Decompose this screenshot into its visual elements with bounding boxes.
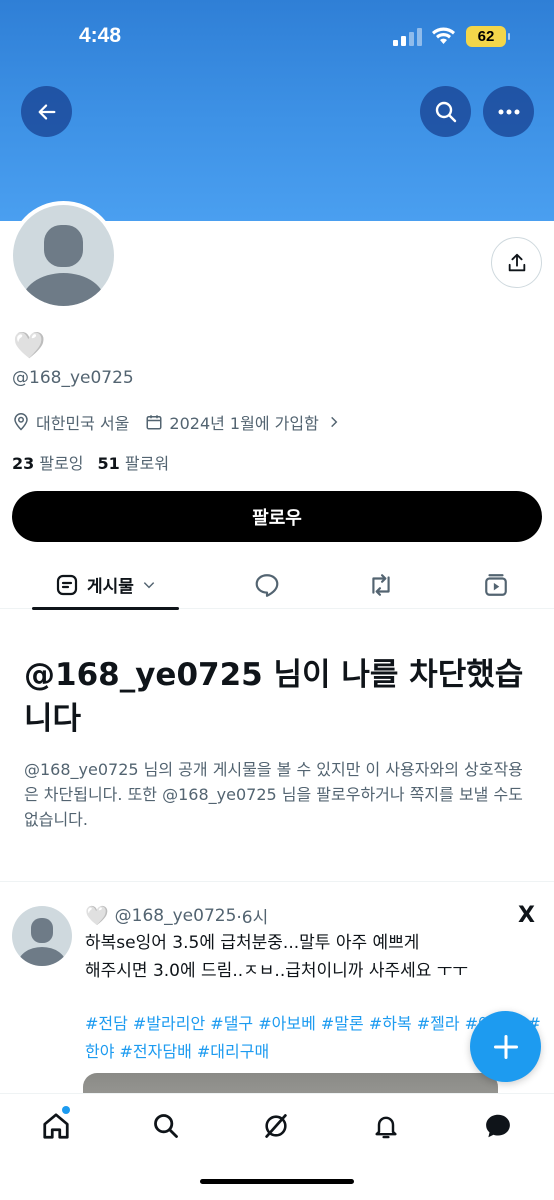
nav-search[interactable] — [150, 1110, 182, 1142]
tweet-avatar[interactable] — [12, 906, 72, 966]
more-options-button[interactable] — [483, 86, 534, 137]
tweet-text: 하복se잉어 3.5에 급처분중...말투 아주 예쁘게 해주시면 3.0에 드… — [85, 933, 469, 981]
wifi-icon — [432, 27, 455, 44]
tab-replies[interactable] — [244, 560, 290, 609]
tweet-time: ·6시 — [236, 908, 269, 928]
cellular-signal-icon — [393, 28, 422, 46]
back-arrow-icon — [38, 103, 55, 120]
grok-icon — [265, 1114, 287, 1138]
back-button[interactable] — [21, 86, 72, 137]
location-icon — [14, 413, 28, 431]
tab-posts[interactable]: 게시물 — [32, 560, 179, 610]
following-stat[interactable]: 23 팔로잉 — [12, 454, 84, 473]
profile-location: 대한민국 서울 — [12, 410, 129, 434]
blocked-title: @168_ye0725 님이 나를 차단했습니다 — [24, 657, 524, 737]
share-icon — [508, 253, 525, 271]
nav-notifications[interactable] — [370, 1110, 402, 1142]
tweet-handle[interactable]: @168_ye0725 — [115, 906, 237, 926]
followers-count: 51 — [97, 454, 120, 473]
following-label: 팔로잉 — [39, 454, 84, 473]
calendar-icon — [146, 415, 162, 430]
bell-icon — [375, 1116, 397, 1139]
home-notification-dot — [62, 1106, 70, 1114]
status-bar: 4:48 62 — [0, 0, 554, 76]
section-divider — [0, 881, 554, 882]
nav-grok[interactable] — [260, 1110, 292, 1142]
follow-stats: 23 팔로잉 51 팔로워 — [12, 450, 169, 474]
x-logo-icon: X — [518, 903, 535, 928]
nav-home[interactable] — [40, 1110, 72, 1142]
repost-icon — [372, 573, 390, 596]
status-time: 4:48 — [79, 24, 122, 47]
profile-meta: 대한민국 서울 2024년 1월에 가입함 — [12, 410, 363, 434]
posts-icon — [56, 574, 78, 595]
messages-icon — [486, 1114, 510, 1138]
more-icon — [498, 109, 519, 114]
search-icon — [435, 101, 456, 122]
home-indicator — [200, 1179, 354, 1184]
compose-plus-icon — [493, 1034, 518, 1059]
blocked-description: @168_ye0725 님의 공개 게시물을 볼 수 있지만 이 사용자와의 상… — [24, 760, 523, 829]
battery-indicator: 62 — [466, 26, 510, 47]
chevron-right-icon — [330, 416, 338, 428]
reply-icon — [255, 573, 279, 597]
compose-button[interactable] — [470, 1011, 541, 1082]
chevron-down-icon — [143, 581, 155, 588]
active-tab-indicator — [32, 607, 179, 610]
profile-avatar[interactable] — [9, 201, 118, 310]
tab-media[interactable] — [473, 560, 519, 609]
profile-handle: @168_ye0725 — [12, 368, 134, 388]
search-nav-icon — [154, 1114, 178, 1138]
share-profile-button[interactable] — [491, 237, 542, 288]
tweet-header: 🤍 @168_ye0725 ·6시 — [85, 903, 268, 928]
default-avatar-icon — [13, 205, 114, 306]
followers-stat[interactable]: 51 팔로워 — [98, 454, 170, 473]
followers-label: 팔로워 — [124, 454, 170, 473]
profile-tabs: 게시물 — [0, 560, 554, 610]
profile-joined[interactable]: 2024년 1월에 가입함 — [145, 410, 346, 434]
follow-button[interactable]: 팔로우 — [12, 491, 542, 542]
tab-reposts[interactable] — [358, 560, 404, 609]
location-text: 대한민국 서울 — [36, 414, 130, 433]
search-button[interactable] — [420, 86, 471, 137]
nav-messages[interactable] — [482, 1110, 514, 1142]
bottom-navigation — [0, 1093, 554, 1200]
profile-heart-emoji: 🤍 — [13, 331, 46, 361]
media-icon — [485, 573, 507, 596]
home-icon — [43, 1113, 69, 1139]
tab-posts-label: 게시물 — [87, 577, 134, 597]
tweet-heart-emoji: 🤍 — [85, 905, 109, 927]
following-count: 23 — [12, 454, 35, 473]
joined-text: 2024년 1월에 가입함 — [169, 414, 319, 433]
